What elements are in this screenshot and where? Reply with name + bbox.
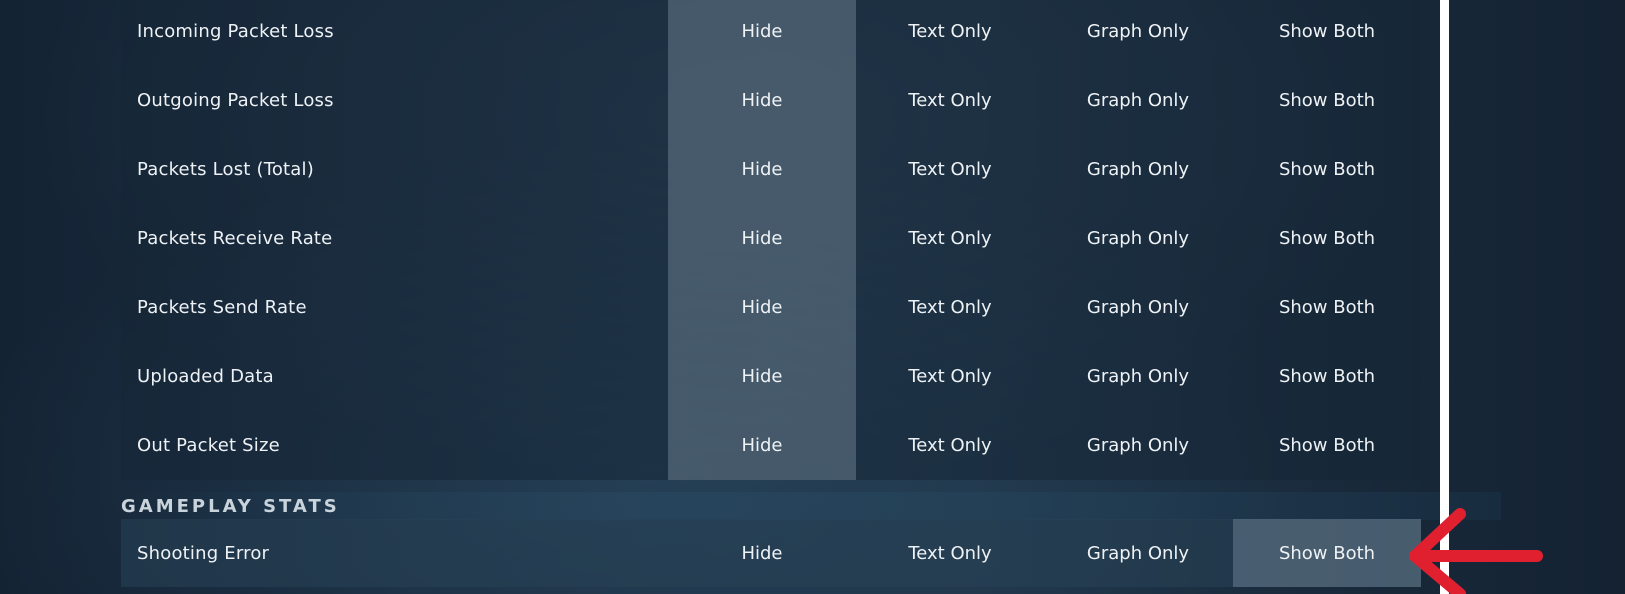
option-graph-only-button[interactable]: Graph Only <box>1044 519 1232 587</box>
option-hide-button[interactable]: Hide <box>668 0 856 66</box>
option-hide-button[interactable]: Hide <box>668 135 856 204</box>
gameplay-stats-header: GAMEPLAY STATS <box>121 492 1501 520</box>
option-show-both-button[interactable]: Show Both <box>1233 204 1421 273</box>
stat-label: Incoming Packet Loss <box>137 21 334 42</box>
option-text-only-button[interactable]: Text Only <box>856 273 1044 342</box>
option-show-both-button[interactable]: Show Both <box>1233 66 1421 135</box>
option-graph-only-button[interactable]: Graph Only <box>1044 135 1232 204</box>
red-arrow-icon <box>1409 508 1543 594</box>
scrollbar[interactable] <box>1440 0 1449 594</box>
option-graph-only-button[interactable]: Graph Only <box>1044 342 1232 411</box>
stat-row: Uploaded Data Hide Text Only Graph Only Show… <box>121 342 1421 411</box>
stat-row: Outgoing Packet Loss Hide Text Only Graph O… <box>121 66 1421 135</box>
option-text-only-button[interactable]: Text Only <box>856 519 1044 587</box>
network-stats-table: Incoming Packet Loss Hide Text Only Graph O… <box>121 0 1421 480</box>
stat-label: Packets Receive Rate <box>137 228 333 249</box>
stat-label: Out Packet Size <box>137 435 280 456</box>
stat-row: Out Packet Size Hide Text Only Graph Only Sh… <box>121 411 1421 480</box>
option-graph-only-button[interactable]: Graph Only <box>1044 204 1232 273</box>
option-text-only-button[interactable]: Text Only <box>856 135 1044 204</box>
option-hide-button[interactable]: Hide <box>668 204 856 273</box>
option-show-both-button[interactable]: Show Both <box>1233 411 1421 480</box>
option-show-both-button[interactable]: Show Both <box>1233 273 1421 342</box>
stat-row: Packets Lost (Total) Hide Text Only Graph O… <box>121 135 1421 204</box>
option-text-only-button[interactable]: Text Only <box>856 411 1044 480</box>
option-hide-button[interactable]: Hide <box>668 411 856 480</box>
option-hide-button[interactable]: Hide <box>668 66 856 135</box>
option-show-both-button[interactable]: Show Both <box>1233 342 1421 411</box>
option-graph-only-button[interactable]: Graph Only <box>1044 411 1232 480</box>
option-show-both-button[interactable]: Show Both <box>1233 0 1421 66</box>
option-text-only-button[interactable]: Text Only <box>856 66 1044 135</box>
option-show-both-button[interactable]: Show Both <box>1233 135 1421 204</box>
option-hide-button[interactable]: Hide <box>668 342 856 411</box>
option-hide-button[interactable]: Hide <box>668 273 856 342</box>
option-graph-only-button[interactable]: Graph Only <box>1044 0 1232 66</box>
stat-label: Shooting Error <box>137 542 270 564</box>
stat-label: Packets Lost (Total) <box>137 159 314 180</box>
option-show-both-button[interactable]: Show Both <box>1233 519 1421 587</box>
stat-label: Uploaded Data <box>137 366 274 387</box>
option-text-only-button[interactable]: Text Only <box>856 342 1044 411</box>
gameplay-stats-table: Shooting Error Hide Text Only Graph Only Sho… <box>121 519 1421 587</box>
stat-row: Incoming Packet Loss Hide Text Only Graph O… <box>121 0 1421 66</box>
option-text-only-button[interactable]: Text Only <box>856 204 1044 273</box>
stat-label: Packets Send Rate <box>137 297 307 318</box>
stat-label: Outgoing Packet Loss <box>137 90 334 111</box>
option-graph-only-button[interactable]: Graph Only <box>1044 273 1232 342</box>
stat-row: Packets Send Rate Hide Text Only Graph Only… <box>121 273 1421 342</box>
section-title: GAMEPLAY STATS <box>121 495 340 517</box>
option-text-only-button[interactable]: Text Only <box>856 0 1044 66</box>
option-hide-button[interactable]: Hide <box>668 519 856 587</box>
stat-row: Packets Receive Rate Hide Text Only Graph O… <box>121 204 1421 273</box>
option-graph-only-button[interactable]: Graph Only <box>1044 66 1232 135</box>
stat-row: Shooting Error Hide Text Only Graph Only Sho… <box>121 519 1421 587</box>
